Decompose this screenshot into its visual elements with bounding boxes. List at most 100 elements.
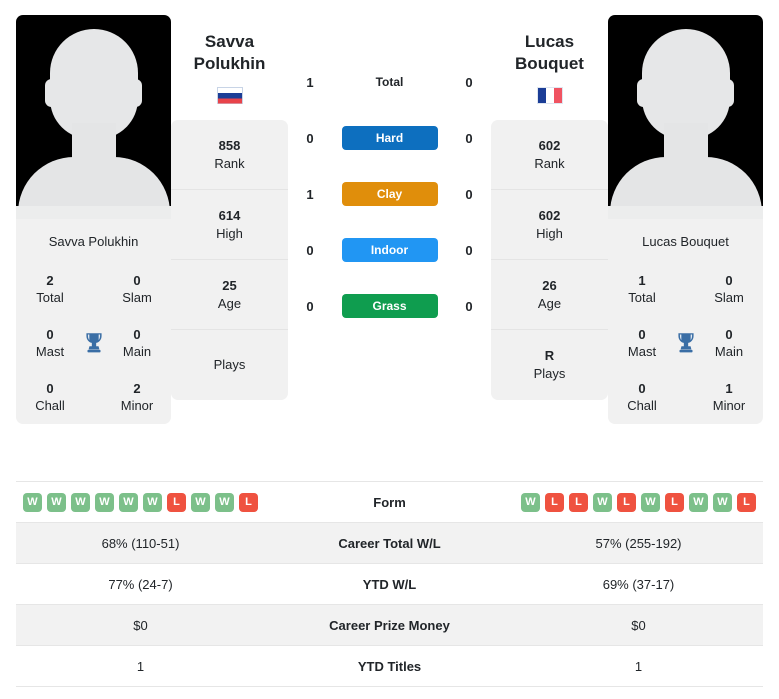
h2h-row-hard: 0 Hard 0 bbox=[288, 123, 491, 153]
flag-wrap-left bbox=[216, 86, 243, 104]
form-badge-win: W bbox=[71, 492, 90, 512]
h2h-label-total: Total bbox=[375, 75, 404, 89]
info-value: 25 bbox=[222, 277, 237, 293]
info-left-high: 614 High bbox=[171, 190, 288, 260]
stat-label: Minor bbox=[712, 398, 746, 413]
h2h-row-total: 1 Total 0 bbox=[288, 67, 491, 97]
h2h-left-score: 0 bbox=[306, 130, 314, 146]
stat-value: 2 bbox=[133, 381, 141, 396]
player-summary-right: Lucas Bouquet 602 Rank 602 High 26 Age R… bbox=[491, 9, 608, 400]
info-left-plays: Plays bbox=[171, 330, 288, 400]
info-left-age: 25 Age bbox=[171, 260, 288, 330]
h2h-row-clay: 1 Clay 0 bbox=[288, 179, 491, 209]
form-strip-right: WLLWLWLWWL bbox=[514, 492, 763, 512]
info-card-right: 602 Rank 602 High 26 Age R Plays bbox=[491, 120, 608, 400]
info-value: 602 bbox=[538, 137, 561, 153]
form-badge-loss: L bbox=[545, 492, 564, 512]
info-left-rank: 858 Rank bbox=[171, 120, 288, 190]
stat-label: Chall bbox=[35, 398, 65, 413]
head-to-head-column: 1 Total 0 0 Hard 0 1 Clay 0 0 Indoor 0 0 bbox=[288, 9, 491, 321]
form-badge-loss: L bbox=[737, 492, 756, 512]
stat-left-minor: 2 Minor bbox=[114, 380, 160, 414]
flag-wrap-right bbox=[536, 86, 563, 104]
table-cell-right: 57% (255-192) bbox=[595, 535, 682, 551]
h2h-left-score: 1 bbox=[306, 186, 314, 202]
info-value: 858 bbox=[218, 137, 241, 153]
player-avatar-right bbox=[608, 15, 763, 219]
player-comparison-page: Savva Polukhin 2 Total 0 Slam 0 Mast 0 M… bbox=[0, 0, 779, 699]
titles-row-left-3: 0 Chall 2 Minor bbox=[16, 370, 171, 424]
stat-value: 0 bbox=[638, 327, 646, 342]
form-strip-left: WWWWWWLWWL bbox=[16, 492, 265, 512]
player-card-name-left: Savva Polukhin bbox=[48, 234, 139, 249]
info-label: High bbox=[536, 225, 563, 241]
form-badge-win: W bbox=[641, 492, 660, 512]
info-label: Plays bbox=[213, 357, 246, 372]
france-flag-icon bbox=[536, 86, 563, 104]
stat-left-slam: 0 Slam bbox=[114, 272, 160, 306]
stat-label: Total bbox=[628, 290, 656, 305]
surface-badge-hard[interactable]: Hard bbox=[341, 126, 438, 150]
trophy-icon bbox=[85, 333, 102, 353]
stat-label: Mast bbox=[35, 344, 65, 359]
table-row-label: Career Total W/L bbox=[338, 535, 441, 551]
stat-label: Total bbox=[36, 290, 64, 305]
stat-value: 0 bbox=[133, 327, 141, 342]
info-value: 614 bbox=[218, 207, 241, 223]
surface-badge-clay[interactable]: Clay bbox=[341, 182, 438, 206]
form-badge-loss: L bbox=[617, 492, 636, 512]
h2h-row-indoor: 0 Indoor 0 bbox=[288, 235, 491, 265]
form-badge-win: W bbox=[143, 492, 162, 512]
table-row: 1 YTD Titles 1 bbox=[16, 646, 763, 687]
h2h-row-grass: 0 Grass 0 bbox=[288, 291, 491, 321]
trophy-icon bbox=[677, 333, 694, 353]
form-badge-loss: L bbox=[569, 492, 588, 512]
form-badge-win: W bbox=[119, 492, 138, 512]
info-right-rank: 602 Rank bbox=[491, 120, 608, 190]
stat-right-minor: 1 Minor bbox=[706, 380, 752, 414]
player-card-right[interactable]: Lucas Bouquet 1 Total 0 Slam 0 Mast 0 Ma… bbox=[608, 15, 763, 424]
stat-label: Minor bbox=[120, 398, 154, 413]
h2h-left-score: 0 bbox=[306, 242, 314, 258]
stat-value: 0 bbox=[638, 381, 646, 396]
surface-badge-grass[interactable]: Grass bbox=[341, 294, 438, 318]
stat-right-mast: 0 Mast bbox=[619, 326, 665, 360]
table-cell-right: $0 bbox=[631, 617, 646, 633]
info-right-high: 602 High bbox=[491, 190, 608, 260]
stat-value: 0 bbox=[725, 273, 733, 288]
form-badge-loss: L bbox=[167, 492, 186, 512]
table-row: 77% (24-7) YTD W/L 69% (37-17) bbox=[16, 564, 763, 605]
titles-row-right-3: 0 Chall 1 Minor bbox=[608, 370, 763, 424]
stat-left-chall: 0 Chall bbox=[27, 380, 73, 414]
stat-label: Main bbox=[714, 344, 744, 359]
stat-label: Chall bbox=[627, 398, 657, 413]
avatar-ear-right bbox=[129, 79, 142, 107]
player-card-left[interactable]: Savva Polukhin 2 Total 0 Slam 0 Mast 0 M… bbox=[16, 15, 171, 424]
table-cell-left: 1 bbox=[136, 658, 145, 674]
form-badge-loss: L bbox=[665, 492, 684, 512]
stat-value: 0 bbox=[46, 381, 54, 396]
stat-label: Main bbox=[122, 344, 152, 359]
h2h-left-score: 1 bbox=[306, 74, 314, 90]
info-label: Rank bbox=[214, 155, 245, 171]
table-cell-left: 77% (24-7) bbox=[108, 576, 173, 592]
player-card-name-right: Lucas Bouquet bbox=[642, 234, 729, 249]
form-badge-win: W bbox=[215, 492, 234, 512]
titles-row-left-1: 2 Total 0 Slam bbox=[16, 262, 171, 316]
stat-right-chall: 0 Chall bbox=[619, 380, 665, 414]
stat-right-slam: 0 Slam bbox=[706, 272, 752, 306]
info-label: Age bbox=[217, 295, 242, 311]
surface-badge-indoor[interactable]: Indoor bbox=[341, 238, 438, 262]
stat-left-main: 0 Main bbox=[114, 326, 160, 360]
avatar-ear-left bbox=[45, 79, 58, 107]
h2h-left-score: 0 bbox=[306, 298, 314, 314]
form-badge-loss: L bbox=[239, 492, 258, 512]
stat-label: Slam bbox=[714, 290, 744, 305]
table-cell-right: 1 bbox=[634, 658, 643, 674]
h2h-right-score: 0 bbox=[465, 186, 473, 202]
info-value: 26 bbox=[542, 277, 557, 293]
info-right-age: 26 Age bbox=[491, 260, 608, 330]
stat-value: 0 bbox=[46, 327, 54, 342]
info-card-left: 858 Rank 614 High 25 Age Plays bbox=[171, 120, 288, 400]
info-label: Age bbox=[537, 295, 562, 311]
